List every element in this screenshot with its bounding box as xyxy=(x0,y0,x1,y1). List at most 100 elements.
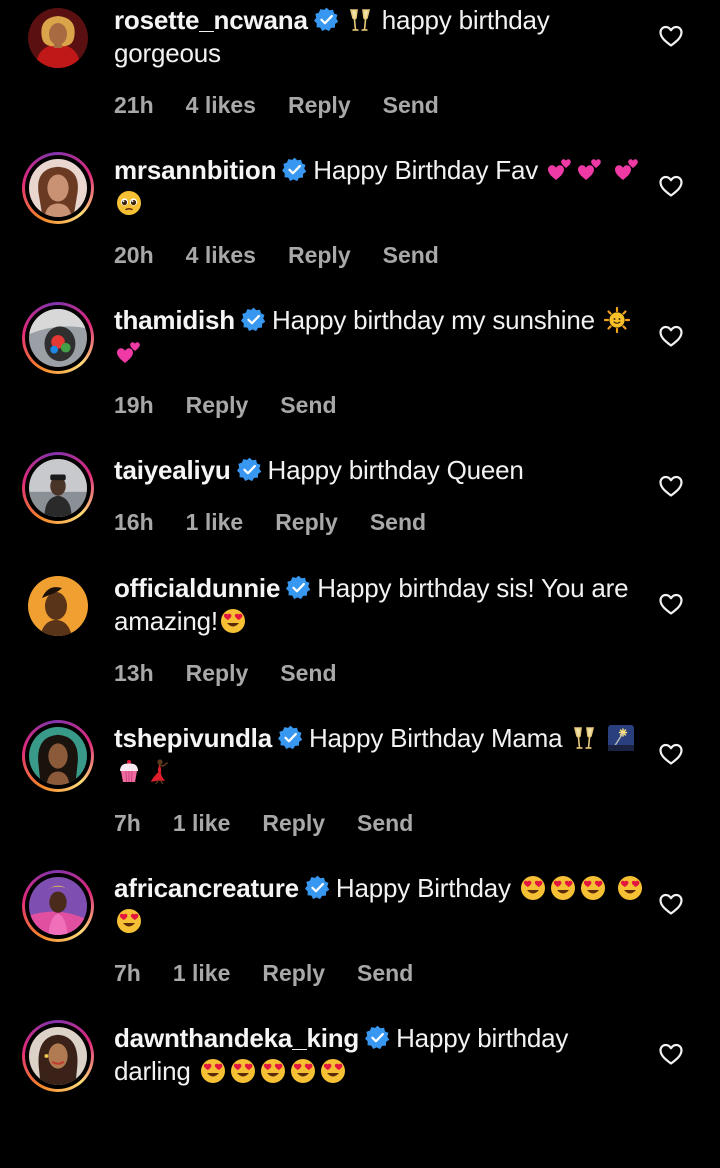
avatar[interactable] xyxy=(22,1020,94,1092)
like-heart-icon[interactable] xyxy=(658,592,684,616)
heart-eyes-icon xyxy=(200,1058,226,1084)
comment-item: tshepivundla Happy Birthday Mama 7h 1 like… xyxy=(0,718,720,868)
comment-meta: 7h 1 like Reply Send xyxy=(114,810,649,836)
comment-text: officialdunnie Happy birthday sis! You ar… xyxy=(114,572,649,638)
comment-time: 16h xyxy=(114,509,154,535)
verified-badge-icon xyxy=(286,575,311,600)
comment-message: Happy Birthday xyxy=(335,873,511,903)
comment-text: taiyealiyu Happy birthday Queen xyxy=(114,454,649,487)
heart-eyes-icon xyxy=(320,1058,346,1084)
comment-text: africancreature Happy Birthday xyxy=(114,872,649,938)
like-count[interactable]: 1 like xyxy=(173,810,231,836)
send-button[interactable]: Send xyxy=(280,660,336,686)
like-heart-icon[interactable] xyxy=(658,1042,684,1066)
heart-eyes-icon xyxy=(580,875,606,901)
sun-face-icon xyxy=(604,307,630,333)
comment-meta: 16h 1 like Reply Send xyxy=(114,509,649,535)
comment-message: Happy Birthday Fav xyxy=(313,155,539,185)
username[interactable]: dawnthandeka_king xyxy=(114,1023,359,1053)
sparkler-icon xyxy=(608,725,634,751)
verified-badge-icon xyxy=(241,307,266,332)
send-button[interactable]: Send xyxy=(280,392,336,418)
reply-button[interactable]: Reply xyxy=(186,660,249,686)
comment-message: Happy Birthday Mama xyxy=(308,723,563,753)
like-count[interactable]: 1 like xyxy=(173,960,231,986)
avatar[interactable] xyxy=(22,452,94,524)
like-heart-icon[interactable] xyxy=(658,174,684,198)
like-heart-icon[interactable] xyxy=(658,892,684,916)
like-count[interactable]: 1 like xyxy=(186,509,244,535)
username[interactable]: thamidish xyxy=(114,305,235,335)
comment-text: tshepivundla Happy Birthday Mama xyxy=(114,722,649,788)
comment-item: dawnthandeka_king Happy birthday darling xyxy=(0,1018,720,1168)
like-count[interactable]: 4 likes xyxy=(186,92,256,118)
comment-time: 19h xyxy=(114,392,154,418)
comment-meta: 7h 1 like Reply Send xyxy=(114,960,649,986)
username[interactable]: africancreature xyxy=(114,873,299,903)
comment-time: 20h xyxy=(114,242,154,268)
comment-item: africancreature Happy Birthday 7h 1 like Re… xyxy=(0,868,720,1018)
verified-badge-icon xyxy=(365,1025,390,1050)
username[interactable]: taiyealiyu xyxy=(114,455,231,485)
like-heart-icon[interactable] xyxy=(658,474,684,498)
heart-eyes-icon xyxy=(617,875,643,901)
pleading-face-icon xyxy=(116,190,142,216)
avatar[interactable] xyxy=(22,570,94,642)
comment-text: dawnthandeka_king Happy birthday darling xyxy=(114,1022,649,1088)
send-button[interactable]: Send xyxy=(357,960,413,986)
send-button[interactable]: Send xyxy=(383,242,439,268)
reply-button[interactable]: Reply xyxy=(186,392,249,418)
comment-message: Happy birthday Queen xyxy=(267,455,524,485)
avatar[interactable] xyxy=(22,870,94,942)
two-hearts-icon xyxy=(547,157,573,183)
send-button[interactable]: Send xyxy=(370,509,426,535)
avatar[interactable] xyxy=(22,302,94,374)
comment-meta: 19h Reply Send xyxy=(114,392,649,418)
avatar[interactable] xyxy=(22,720,94,792)
comment-item: officialdunnie Happy birthday sis! You ar… xyxy=(0,568,720,718)
comment-message: Happy birthday my sunshine xyxy=(272,305,595,335)
reply-button[interactable]: Reply xyxy=(275,509,338,535)
two-hearts-icon xyxy=(116,340,142,366)
like-count[interactable]: 4 likes xyxy=(186,242,256,268)
username[interactable]: rosette_ncwana xyxy=(114,5,308,35)
like-heart-icon[interactable] xyxy=(658,24,684,48)
username[interactable]: tshepivundla xyxy=(114,723,272,753)
verified-badge-icon xyxy=(314,7,339,32)
reply-button[interactable]: Reply xyxy=(262,810,325,836)
comment-meta: 20h 4 likes Reply Send xyxy=(114,242,649,268)
comment-item: rosette_ncwana happy birthday gorgeous 2… xyxy=(0,0,720,150)
comment-time: 7h xyxy=(114,960,141,986)
reply-button[interactable]: Reply xyxy=(288,242,351,268)
send-button[interactable]: Send xyxy=(383,92,439,118)
verified-badge-icon xyxy=(237,457,262,482)
heart-eyes-icon xyxy=(220,608,246,634)
heart-eyes-icon xyxy=(550,875,576,901)
two-hearts-icon xyxy=(577,157,603,183)
like-heart-icon[interactable] xyxy=(658,324,684,348)
heart-eyes-icon xyxy=(520,875,546,901)
heart-eyes-icon xyxy=(290,1058,316,1084)
heart-eyes-icon xyxy=(230,1058,256,1084)
heart-eyes-icon xyxy=(116,908,142,934)
like-heart-icon[interactable] xyxy=(658,742,684,766)
dancer-icon xyxy=(146,758,172,784)
comment-item: taiyealiyu Happy birthday Queen 16h 1 like… xyxy=(0,450,720,568)
comment-text: mrsannbition Happy Birthday Fav xyxy=(114,154,649,220)
comment-item: mrsannbition Happy Birthday Fav 20h 4 like… xyxy=(0,150,720,300)
champagne-icon xyxy=(347,7,373,33)
verified-badge-icon xyxy=(278,725,303,750)
comment-time: 13h xyxy=(114,660,154,686)
avatar[interactable] xyxy=(22,152,94,224)
username[interactable]: officialdunnie xyxy=(114,573,280,603)
comment-meta: 13h Reply Send xyxy=(114,660,649,686)
comment-text: rosette_ncwana happy birthday gorgeous xyxy=(114,4,649,70)
comment-time: 7h xyxy=(114,810,141,836)
reply-button[interactable]: Reply xyxy=(288,92,351,118)
avatar[interactable] xyxy=(22,2,94,74)
two-hearts-icon xyxy=(614,157,640,183)
reply-button[interactable]: Reply xyxy=(262,960,325,986)
comment-meta: 21h 4 likes Reply Send xyxy=(114,92,649,118)
send-button[interactable]: Send xyxy=(357,810,413,836)
username[interactable]: mrsannbition xyxy=(114,155,276,185)
